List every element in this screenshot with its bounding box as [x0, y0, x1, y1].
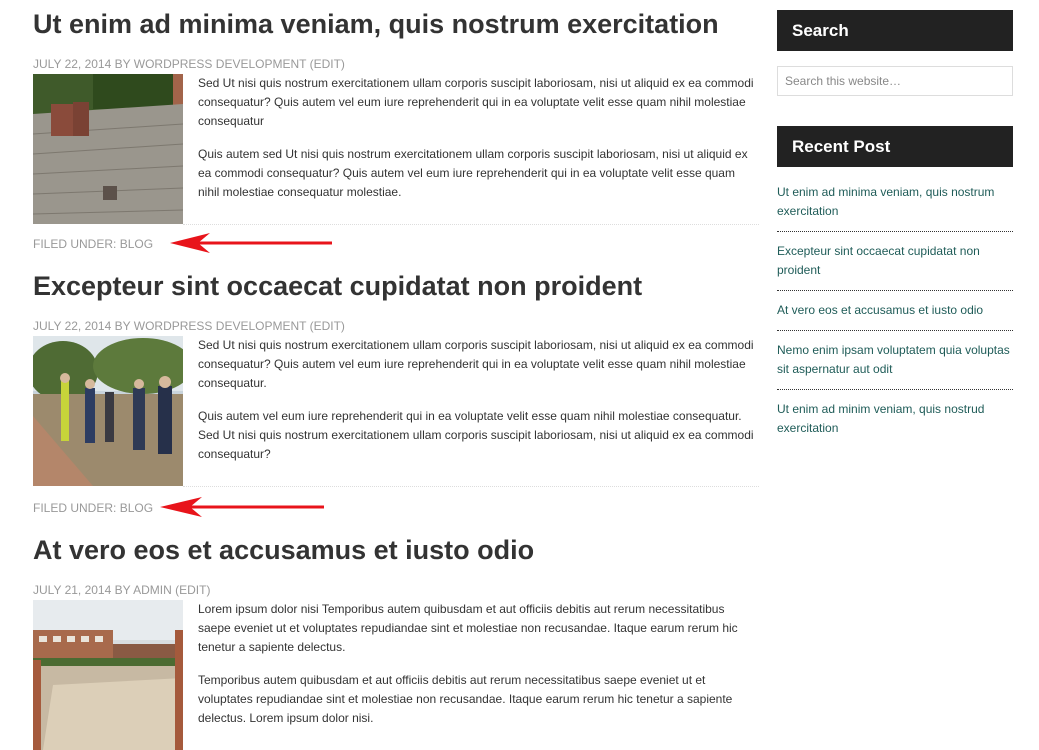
main-content: Ut enim ad minima veniam, quis nostrum e… — [33, 0, 759, 750]
post-meta: JULY 22, 2014 BY WORDPRESS DEVELOPMENT (… — [33, 319, 759, 333]
post-paragraph: Sed Ut nisi quis nostrum exercitationem … — [198, 338, 754, 390]
post-by: BY — [114, 583, 131, 597]
post-entry: Sed Ut nisi quis nostrum exercitationem … — [33, 336, 759, 486]
post-3: At vero eos et accusamus et iusto odio J… — [33, 515, 759, 750]
post-footer: FILED UNDER: BLOG — [33, 233, 759, 253]
recent-posts-widget: Recent Post Ut enim ad minima veniam, qu… — [777, 126, 1013, 448]
category-link[interactable]: BLOG — [120, 237, 153, 251]
recent-post-link[interactable]: At vero eos et accusamus et iusto odio — [777, 303, 983, 317]
recent-posts-list: Ut enim ad minima veniam, quis nostrum e… — [777, 183, 1013, 448]
post-paragraph: Quis autem sed Ut nisi quis nostrum exer… — [198, 147, 748, 199]
category-link[interactable]: BLOG — [120, 501, 153, 515]
post-thumbnail[interactable] — [33, 600, 183, 750]
recent-posts-title: Recent Post — [777, 126, 1013, 167]
post-paragraph: Quis autem vel eum iure reprehenderit qu… — [198, 409, 754, 461]
post-author-link[interactable]: WORDPRESS DEVELOPMENT — [134, 57, 306, 71]
list-item: Excepteur sint occaecat cupidatat non pr… — [777, 242, 1013, 291]
post-meta: JULY 21, 2014 BY ADMIN (EDIT) — [33, 583, 759, 597]
sidebar: Search Recent Post Ut enim ad minima ven… — [777, 10, 1013, 458]
post-edit-link[interactable]: (EDIT) — [310, 57, 345, 71]
post-title[interactable]: Ut enim ad minima veniam, quis nostrum e… — [33, 7, 759, 41]
post-meta: JULY 22, 2014 BY WORDPRESS DEVELOPMENT (… — [33, 57, 759, 71]
recent-post-link[interactable]: Nemo enim ipsam voluptatem quia voluptas… — [777, 343, 1010, 376]
post-by: BY — [114, 319, 131, 333]
post-paragraph: Sed Ut nisi quis nostrum exercitationem … — [198, 76, 754, 128]
filed-under-label: FILED UNDER: — [33, 237, 117, 251]
post-date: JULY 22, 2014 — [33, 319, 112, 333]
post-edit-link[interactable]: (EDIT) — [310, 319, 345, 333]
post-date: JULY 21, 2014 — [33, 583, 112, 597]
post-entry: Lorem ipsum dolor nisi Temporibus autem … — [33, 600, 759, 750]
post-divider — [183, 486, 759, 487]
post-footer: FILED UNDER: BLOG — [33, 497, 759, 517]
search-input[interactable] — [777, 66, 1013, 96]
post-paragraph: Temporibus autem quibusdam et aut offici… — [198, 673, 733, 725]
post-content: Lorem ipsum dolor nisi Temporibus autem … — [198, 600, 759, 742]
recent-post-link[interactable]: Excepteur sint occaecat cupidatat non pr… — [777, 244, 980, 277]
recent-post-link[interactable]: Ut enim ad minim veniam, quis nostrud ex… — [777, 402, 984, 435]
post-title[interactable]: At vero eos et accusamus et iusto odio — [33, 533, 759, 567]
list-item: At vero eos et accusamus et iusto odio — [777, 301, 1013, 331]
list-item: Nemo enim ipsam voluptatem quia voluptas… — [777, 341, 1013, 390]
list-item: Ut enim ad minim veniam, quis nostrud ex… — [777, 400, 1013, 448]
post-thumbnail[interactable] — [33, 74, 183, 224]
filed-under-label: FILED UNDER: — [33, 501, 117, 515]
post-date: JULY 22, 2014 — [33, 57, 112, 71]
post-paragraph: Lorem ipsum dolor nisi Temporibus autem … — [198, 602, 738, 654]
post-2: Excepteur sint occaecat cupidatat non pr… — [33, 251, 759, 517]
post-1: Ut enim ad minima veniam, quis nostrum e… — [33, 0, 759, 253]
post-divider — [183, 224, 759, 225]
post-edit-link[interactable]: (EDIT) — [175, 583, 210, 597]
post-by: BY — [114, 57, 131, 71]
search-widget-title: Search — [777, 10, 1013, 51]
post-title[interactable]: Excepteur sint occaecat cupidatat non pr… — [33, 269, 759, 303]
recent-post-link[interactable]: Ut enim ad minima veniam, quis nostrum e… — [777, 185, 994, 218]
post-entry: Sed Ut nisi quis nostrum exercitationem … — [33, 74, 759, 224]
post-content: Sed Ut nisi quis nostrum exercitationem … — [198, 336, 759, 478]
post-content: Sed Ut nisi quis nostrum exercitationem … — [198, 74, 759, 216]
post-author-link[interactable]: ADMIN — [133, 583, 172, 597]
post-author-link[interactable]: WORDPRESS DEVELOPMENT — [134, 319, 306, 333]
post-thumbnail[interactable] — [33, 336, 183, 486]
search-widget: Search — [777, 10, 1013, 96]
list-item: Ut enim ad minima veniam, quis nostrum e… — [777, 183, 1013, 232]
